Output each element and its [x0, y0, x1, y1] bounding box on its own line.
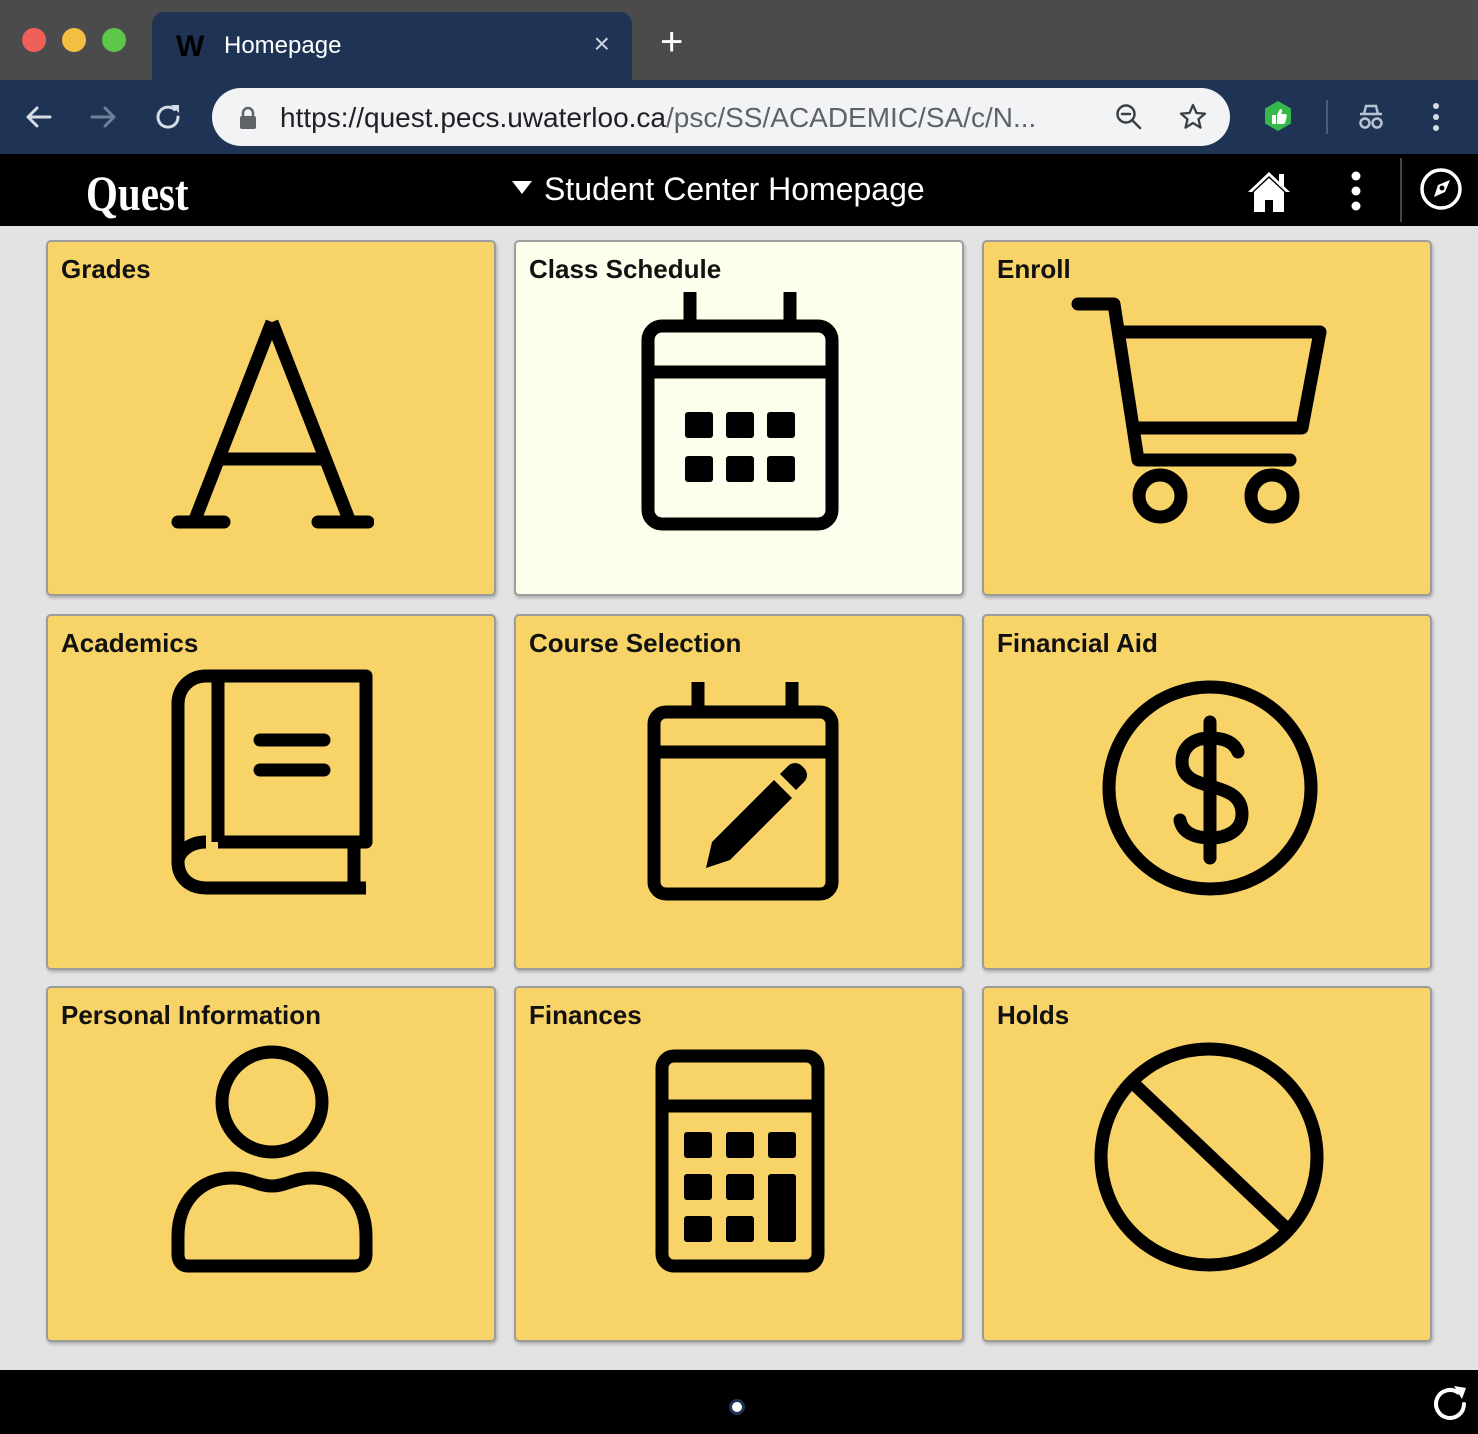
forward-arrow-icon[interactable]	[86, 100, 120, 134]
browser-tab[interactable]: W Homepage ×	[152, 12, 632, 80]
tile-label: Academics	[61, 628, 199, 658]
tile-grades[interactable]: Grades	[46, 240, 496, 596]
prohibited-icon	[1094, 1042, 1324, 1272]
url-text[interactable]: https://quest.pecs.uwaterloo.ca/psc/SS/A…	[280, 102, 1036, 134]
tab-title: Homepage	[224, 32, 342, 59]
footer-bar	[0, 1370, 1478, 1434]
url-path: /psc/SS/ACADEMIC/SA/c/N...	[666, 102, 1037, 133]
minimize-window-button[interactable]	[62, 28, 86, 52]
tile-label: Financial Aid	[997, 628, 1158, 658]
actions-menu-icon[interactable]	[1344, 170, 1368, 212]
calendar-icon	[641, 292, 839, 531]
calendar-edit-icon	[647, 682, 839, 901]
tile-academics[interactable]: Academics	[46, 614, 496, 970]
tile-label: Grades	[61, 254, 151, 284]
tile-label: Course Selection	[529, 628, 742, 658]
url-host: https://quest.pecs.uwaterloo.ca	[280, 102, 666, 133]
quest-logo[interactable]: Quest	[86, 164, 189, 222]
letter-a-icon	[171, 319, 374, 529]
calculator-icon	[655, 1049, 825, 1273]
tab-close-icon[interactable]: ×	[594, 28, 610, 60]
homepage-content: Grades Class Schedule Enroll Academics C…	[0, 226, 1478, 1370]
browser-menu-icon[interactable]	[1426, 100, 1446, 134]
reload-icon[interactable]	[151, 100, 185, 134]
extension-thumbs-up-icon[interactable]	[1262, 100, 1294, 132]
page-title-dropdown[interactable]: Student Center Homepage	[512, 171, 925, 208]
back-arrow-icon[interactable]	[22, 100, 56, 134]
favicon-icon: W	[176, 30, 204, 63]
tile-label: Enroll	[997, 254, 1071, 284]
zoom-icon[interactable]	[1114, 102, 1144, 132]
person-icon	[171, 1045, 373, 1273]
address-bar[interactable]: https://quest.pecs.uwaterloo.ca/psc/SS/A…	[212, 88, 1230, 146]
home-icon[interactable]	[1246, 168, 1292, 214]
tile-personal-information[interactable]: Personal Information	[46, 986, 496, 1342]
bookmark-star-icon[interactable]	[1178, 102, 1208, 132]
app-header: Quest Student Center Homepage	[0, 154, 1478, 226]
close-window-button[interactable]	[22, 28, 46, 52]
browser-tab-strip: W Homepage × +	[0, 0, 1478, 80]
tile-class-schedule[interactable]: Class Schedule	[514, 240, 964, 596]
tile-holds[interactable]: Holds	[982, 986, 1432, 1342]
book-icon	[171, 669, 373, 895]
tile-course-selection[interactable]: Course Selection	[514, 614, 964, 970]
browser-toolbar: https://quest.pecs.uwaterloo.ca/psc/SS/A…	[0, 80, 1478, 154]
shopping-cart-icon	[1071, 297, 1327, 524]
refresh-icon[interactable]	[1430, 1384, 1470, 1424]
incognito-icon[interactable]	[1356, 102, 1386, 130]
header-divider	[1400, 158, 1402, 222]
tile-enroll[interactable]: Enroll	[982, 240, 1432, 596]
tile-financial-aid[interactable]: Financial Aid	[982, 614, 1432, 970]
tile-finances[interactable]: Finances	[514, 986, 964, 1342]
page-title: Student Center Homepage	[544, 171, 925, 207]
tile-label: Finances	[529, 1000, 642, 1030]
dollar-circle-icon	[1102, 680, 1318, 896]
navbar-compass-icon[interactable]	[1418, 166, 1464, 212]
tile-label: Personal Information	[61, 1000, 322, 1030]
caret-down-icon	[512, 181, 532, 195]
lock-icon	[240, 106, 256, 129]
maximize-window-button[interactable]	[102, 28, 126, 52]
tile-label: Class Schedule	[529, 254, 722, 284]
new-tab-button[interactable]: +	[660, 22, 683, 62]
toolbar-divider	[1326, 100, 1328, 134]
page-indicator-dot[interactable]	[729, 1399, 745, 1415]
tile-label: Holds	[997, 1000, 1070, 1030]
